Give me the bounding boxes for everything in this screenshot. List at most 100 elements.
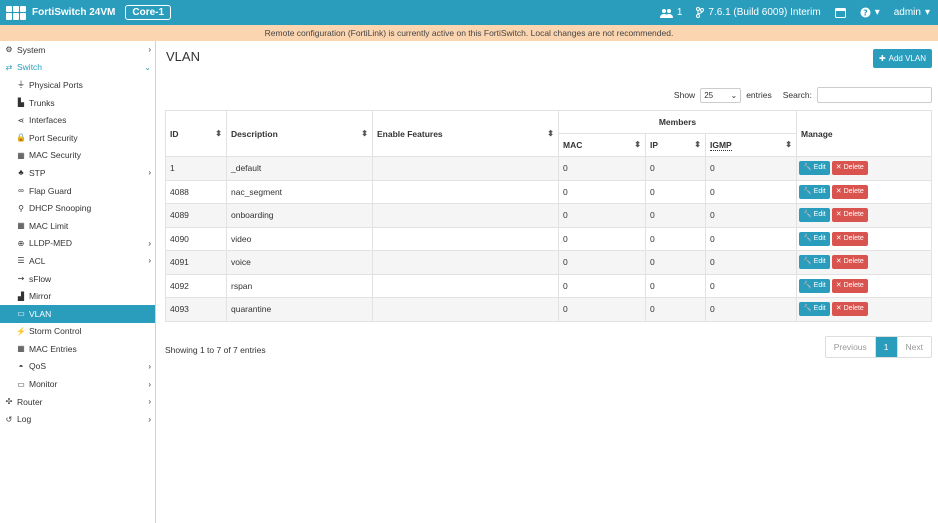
sidebar-item-port-security[interactable]: 🔒 Port Security <box>0 129 155 147</box>
cell-mac: 0 <box>558 156 646 181</box>
table-row: 4089 onboarding 0 0 0 🔧 Edit ✕ Delete <box>165 203 932 228</box>
delete-label: Delete <box>843 211 864 219</box>
delete-button[interactable]: ✕ Delete <box>831 278 868 293</box>
sidebar-item-trunks[interactable]: ▙ Trunks <box>0 94 155 112</box>
column-header-igmp[interactable]: IGMP ⬍ <box>705 133 797 157</box>
help-menu[interactable]: ? ▾ <box>860 7 880 18</box>
user-menu[interactable]: admin ▾ <box>894 7 930 18</box>
sidebar-item-qos[interactable]: ◓ QoS › <box>0 358 155 376</box>
table-controls: Show 25 ⌄ entries Search: <box>674 87 932 103</box>
device-name-badge[interactable]: Core-1 <box>125 5 172 20</box>
cell-mac: 0 <box>558 297 646 322</box>
chevron-right-icon: › <box>148 256 151 266</box>
sidebar-item-label: Switch <box>17 62 43 73</box>
sidebar-item-label: MAC Limit <box>29 220 69 231</box>
cell-manage: 🔧 Edit ✕ Delete <box>796 297 932 322</box>
add-vlan-button[interactable]: ✚ Add VLAN <box>872 49 932 68</box>
cell-manage: 🔧 Edit ✕ Delete <box>796 273 932 298</box>
cell-ip: 0 <box>645 179 706 204</box>
page-1-button[interactable]: 1 <box>874 337 897 357</box>
cell-id: 1 <box>165 156 227 181</box>
close-icon: ✕ <box>835 234 842 242</box>
previous-page-button[interactable]: Previous <box>826 337 875 357</box>
sidebar-item-mirror[interactable]: ▟ Mirror <box>0 287 155 305</box>
sidebar-item-log[interactable]: ↺ Log › <box>0 410 155 428</box>
sidebar-item-switch[interactable]: ⇄ Switch ⌄ <box>0 59 155 77</box>
cell-description: nac_segment <box>226 179 373 204</box>
search-label: Search: <box>782 90 812 100</box>
sidebar-item-storm-control[interactable]: ⚡ Storm Control <box>0 323 155 341</box>
delete-button[interactable]: ✕ Delete <box>831 255 868 270</box>
entries-select[interactable]: 25 ⌄ <box>700 87 742 103</box>
cell-manage: 🔧 Edit ✕ Delete <box>796 250 932 275</box>
table-row: 4093 quarantine 0 0 0 🔧 Edit ✕ Delete <box>165 297 932 322</box>
caret-down-icon: ▾ <box>924 7 930 18</box>
sidebar-item-lldp-med[interactable]: ⊕ LLDP-MED › <box>0 235 155 253</box>
edit-button[interactable]: 🔧 Edit <box>799 208 830 223</box>
gauge-icon: ◓ <box>18 361 24 371</box>
sidebar-item-interfaces[interactable]: ⋖ Interfaces <box>0 111 155 129</box>
users-count: 1 <box>676 7 683 18</box>
sidebar-item-acl[interactable]: ☰ ACL › <box>0 252 155 270</box>
sidebar-item-system[interactable]: ⚙ System › <box>0 41 155 59</box>
column-header-enable-features[interactable]: Enable Features ⬍ <box>372 110 559 157</box>
chevron-right-icon: › <box>148 414 151 424</box>
cell-ip: 0 <box>645 273 706 298</box>
history-icon: ↺ <box>5 414 13 424</box>
chevron-right-icon: › <box>148 238 151 248</box>
edit-button[interactable]: 🔧 Edit <box>799 302 830 317</box>
sidebar-item-mac-security[interactable]: ▦ MAC Security <box>0 147 155 165</box>
edit-button[interactable]: 🔧 Edit <box>799 161 830 176</box>
wrench-icon: 🔧 <box>803 164 812 172</box>
gear-icon: ⚙ <box>5 45 13 55</box>
close-icon: ✕ <box>835 211 842 219</box>
cell-mac: 0 <box>558 273 646 298</box>
sort-icon: ⬍ <box>694 140 701 149</box>
column-header-ip[interactable]: IP ⬍ <box>645 133 706 157</box>
sidebar-item-physical-ports[interactable]: ⏚ Physical Ports <box>0 76 155 94</box>
version-indicator[interactable]: 7.6.1 (Build 6009) Interim <box>696 7 821 18</box>
delete-button[interactable]: ✕ Delete <box>831 184 868 199</box>
cell-igmp: 0 <box>705 297 797 322</box>
delete-label: Delete <box>843 305 864 313</box>
edit-button[interactable]: 🔧 Edit <box>799 231 830 246</box>
sidebar-item-stp[interactable]: ♣ STP › <box>0 164 155 182</box>
column-header-mac[interactable]: MAC ⬍ <box>558 133 646 157</box>
delete-button[interactable]: ✕ Delete <box>831 208 868 223</box>
plus-icon: ✚ <box>878 54 886 63</box>
user-name: admin <box>893 7 921 18</box>
sidebar-item-mac-limit[interactable]: ▦ MAC Limit <box>0 217 155 235</box>
branch-icon <box>696 7 705 18</box>
cell-mac: 0 <box>558 250 646 275</box>
sidebar-item-dhcp-snooping[interactable]: ⚲ DHCP Snooping <box>0 199 155 217</box>
search-input[interactable] <box>817 87 932 103</box>
sidebar-item-label: MAC Security <box>29 150 81 161</box>
monitor-icon: ▭ <box>17 309 25 319</box>
chevron-right-icon: › <box>148 45 151 55</box>
delete-button[interactable]: ✕ Delete <box>831 231 868 246</box>
sidebar-item-sflow[interactable]: ⇝ sFlow <box>0 270 155 288</box>
column-header-description[interactable]: Description ⬍ <box>226 110 373 157</box>
column-header-id[interactable]: ID ⬍ <box>165 110 227 157</box>
sidebar-item-mac-entries[interactable]: ▦ MAC Entries <box>0 340 155 358</box>
next-page-button[interactable]: Next <box>896 337 931 357</box>
sidebar-item-router[interactable]: ✣ Router › <box>0 393 155 411</box>
add-vlan-label: Add VLAN <box>888 54 926 63</box>
list-icon: ☰ <box>17 256 25 266</box>
sidebar-item-flap-guard[interactable]: ∞ Flap Guard <box>0 182 155 200</box>
close-icon: ✕ <box>835 281 842 289</box>
terminal-icon[interactable] <box>834 7 846 18</box>
users-indicator[interactable]: 1 <box>659 7 683 18</box>
delete-button[interactable]: ✕ Delete <box>831 161 868 176</box>
wrench-icon: 🔧 <box>803 281 812 289</box>
edit-button[interactable]: 🔧 Edit <box>799 184 830 199</box>
chevron-right-icon: › <box>148 397 151 407</box>
cell-enable-features <box>372 273 559 298</box>
edit-button[interactable]: 🔧 Edit <box>799 255 830 270</box>
sidebar-item-monitor[interactable]: ▭ Monitor › <box>0 375 155 393</box>
edit-button[interactable]: 🔧 Edit <box>799 278 830 293</box>
cell-mac: 0 <box>558 203 646 228</box>
delete-button[interactable]: ✕ Delete <box>831 302 868 317</box>
table-row: 4091 voice 0 0 0 🔧 Edit ✕ Delete <box>165 250 932 275</box>
sidebar-item-vlan[interactable]: ▭ VLAN <box>0 304 155 323</box>
